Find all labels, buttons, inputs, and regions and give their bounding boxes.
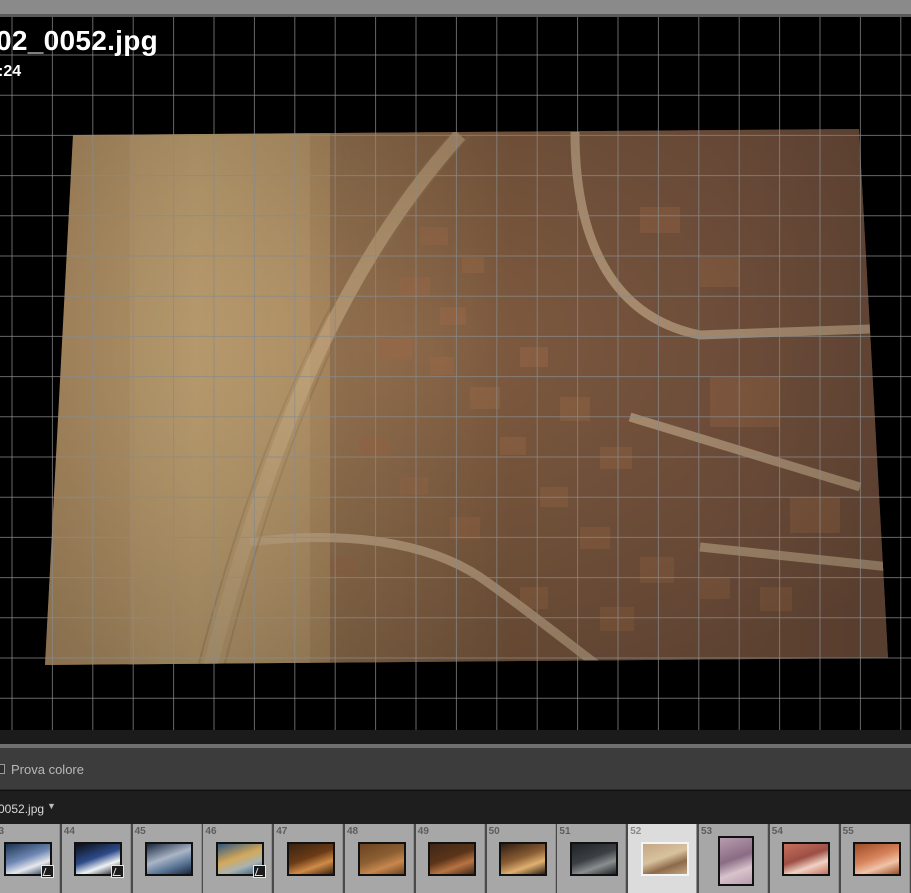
filmstrip-cell[interactable]: 50 [486,824,556,893]
filmstrip-cell-number: 44 [63,826,75,837]
filmstrip-cell-number: 51 [559,826,571,837]
filmstrip-cell-number: 48 [347,826,359,837]
filmstrip-thumbnail[interactable] [428,842,477,876]
filmstrip-cell-number: 55 [842,826,854,837]
photo-subtitle: :24 [0,63,22,80]
filmstrip-thumbnail[interactable] [717,836,754,886]
soft-proof-checkbox[interactable] [0,764,5,774]
edited-badge-icon [40,865,54,878]
filmstrip-cell[interactable]: 46 [203,824,273,893]
filmstrip-cell[interactable]: 43 [0,824,60,893]
panel-divider [0,730,911,744]
filmstrip-cell[interactable]: 55 [840,824,910,893]
filmstrip-thumbnail[interactable] [357,842,406,876]
filmstrip-thumbnail[interactable] [215,842,266,878]
filmstrip-cell-number: 54 [771,826,783,837]
filmstrip-cell[interactable]: 53 [699,824,768,893]
filmstrip-cell[interactable]: 45 [132,824,202,893]
filmstrip-cell-number: 50 [488,826,500,837]
filmstrip-thumbnail[interactable] [640,842,689,876]
filmstrip-cell-number: 46 [205,826,217,837]
aerial-photo [45,129,888,665]
current-file-name[interactable]: 0052.jpg [0,802,44,816]
filmstrip-cell[interactable]: 44 [61,824,131,893]
filmstrip-thumbnail[interactable] [499,842,548,876]
filmstrip-thumbnail[interactable] [286,842,335,876]
filmstrip-cell-number: 43 [0,826,5,837]
filmstrip-cell[interactable]: 47 [274,824,344,893]
filmstrip-cell[interactable]: 49 [415,824,485,893]
edited-badge-icon [111,865,125,878]
filmstrip-cell-number: 53 [701,826,713,837]
filmstrip-thumbnail[interactable] [853,842,902,876]
filmstrip-cell[interactable]: 48 [345,824,414,893]
filmstrip-cell[interactable]: 54 [769,824,839,893]
filmstrip-cell-number: 52 [630,826,642,837]
edited-badge-icon [252,865,266,878]
filmstrip-cell-number: 47 [276,826,288,837]
image-canvas[interactable]: 02_0052.jpg :24 [0,17,911,730]
filmstrip-cell-number: 45 [134,826,146,837]
filmstrip-thumbnail[interactable] [74,842,125,878]
filmstrip-cell[interactable]: 51 [557,824,627,893]
filmstrip-header: 0052.jpg ▼ [0,790,911,824]
soft-proof-label[interactable]: Prova colore [11,762,84,777]
filmstrip-cell-number: 49 [417,826,429,837]
bottom-toolbar: Prova colore [0,748,911,790]
filmstrip-thumbnail[interactable] [3,842,54,878]
filmstrip-thumbnail[interactable] [569,842,618,876]
filmstrip-cell[interactable]: 52 [628,824,698,893]
photo-title: 02_0052.jpg [0,25,159,56]
filmstrip-thumbnail[interactable] [145,842,194,876]
caret-down-icon[interactable]: ▼ [47,801,56,811]
filmstrip: 43 44 45 46 47 48 49 50 51 52 53 54 55 [0,824,911,893]
filmstrip-thumbnail[interactable] [782,842,831,876]
